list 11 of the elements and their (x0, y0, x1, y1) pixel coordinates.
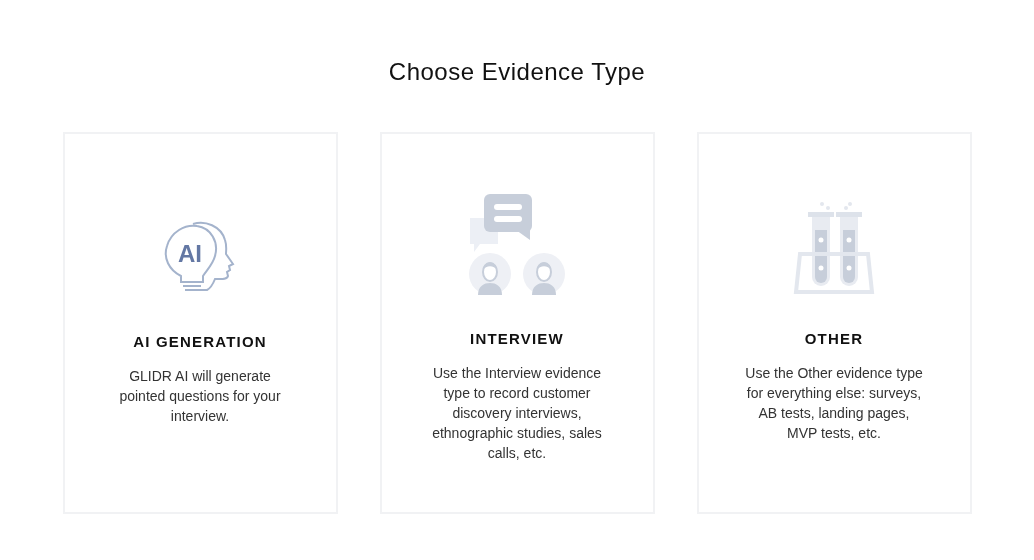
card-description: GLIDR AI will generate pointed questions for your interview. (118, 367, 282, 426)
card-heading: OTHER (804, 330, 864, 347)
card-description: Use the Interview evidence type to record customer discovery interviews, ethnographic studies, sales calls, etc. (431, 364, 603, 463)
evidence-type-card[interactable]: INTERVIEW Use the Interview evidence type to record customer discovery interviews, ethnographic studies, sales calls, etc. (379, 132, 655, 514)
card-heading: INTERVIEW (470, 330, 564, 347)
evidence-type-card[interactable]: AI AI GENERATION GLIDR AI will generate pointed questions for your interview. (62, 132, 338, 514)
card-heading: AI GENERATION (133, 333, 267, 350)
evidence-type-card[interactable]: OTHER Use the Other evidence type for everything else: surveys, AB tests, landing pages, MVP tests, etc. (696, 132, 972, 514)
page-title: Choose Evidence Type (387, 57, 647, 86)
interview-icon (468, 192, 566, 296)
card-description: Use the Other evidence type for everything else: surveys, AB tests, landing pages, MVP tests, etc. (744, 364, 924, 443)
